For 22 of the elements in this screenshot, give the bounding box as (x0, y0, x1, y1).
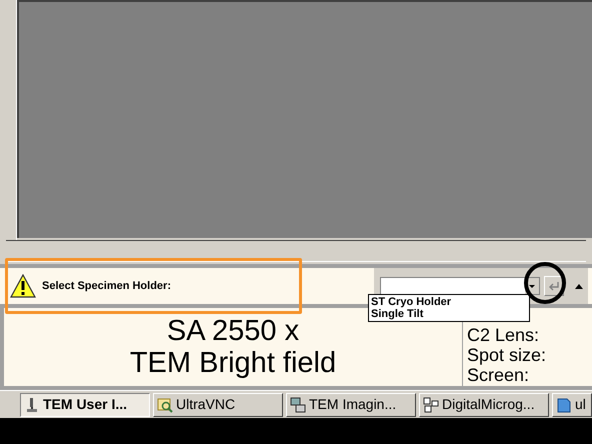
magnifier-icon (157, 396, 173, 412)
taskbar-button[interactable]: TEM User I... (20, 392, 150, 416)
parameter-label: C2 Lens: (467, 325, 540, 345)
parameter-label: Screen: (467, 365, 530, 385)
taskbar-button[interactable]: UltraVNC (153, 392, 283, 416)
document-icon (556, 396, 572, 412)
up-arrow-icon (575, 284, 583, 288)
computer-icon (290, 396, 306, 412)
status-text: TEM Bright field (130, 347, 336, 379)
taskbar-button[interactable]: TEM Imagin... (286, 392, 416, 416)
warning-icon (10, 274, 36, 298)
parameter-label: Spot size: (467, 345, 548, 365)
holder-dropdown[interactable] (380, 277, 540, 295)
blocks-icon (423, 396, 439, 412)
taskbar-button[interactable]: ul (552, 392, 592, 416)
taskbar-button[interactable]: DigitalMicrog... (419, 392, 549, 416)
status-text: SA 2550 x (166, 315, 300, 347)
microscope-icon (24, 396, 40, 412)
holder-option[interactable]: Single Tilt (371, 308, 424, 320)
holder-option[interactable]: ST Cryo Holder (371, 296, 452, 308)
enter-icon (548, 281, 560, 291)
prompt-label: Select Specimen Holder: (42, 278, 171, 294)
